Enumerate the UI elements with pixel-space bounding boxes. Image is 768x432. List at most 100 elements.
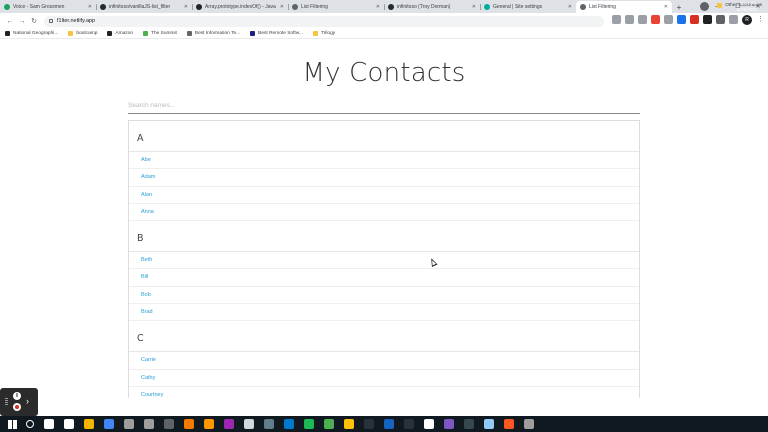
- close-icon[interactable]: ✕: [472, 4, 476, 10]
- bookmark-item[interactable]: bootcamp: [68, 31, 97, 36]
- taskbar-app-icon[interactable]: [124, 419, 134, 429]
- extension-icon[interactable]: [664, 15, 673, 24]
- bookmark-icon: [143, 31, 149, 36]
- stop-record-button[interactable]: [13, 403, 21, 411]
- url-text[interactable]: f1lter.netlify.app: [57, 18, 95, 24]
- menu-icon[interactable]: ⋮: [756, 15, 765, 24]
- contact-link[interactable]: Alan: [129, 187, 639, 204]
- extension-icon[interactable]: [651, 15, 660, 24]
- lock-icon[interactable]: [49, 19, 53, 23]
- taskbar-app-icon[interactable]: [84, 419, 94, 429]
- puzzle-icon[interactable]: [716, 15, 725, 24]
- taskbar-app-icon[interactable]: [204, 419, 214, 429]
- taskbar-app-icon[interactable]: [184, 419, 194, 429]
- taskbar-app-icon[interactable]: [404, 419, 414, 429]
- contact-link[interactable]: Carrie: [129, 352, 639, 370]
- extension-icon[interactable]: [690, 15, 699, 24]
- tab-title[interactable]: General | Site settings: [493, 4, 566, 10]
- bookmark-item[interactable]: Trilogy: [312, 31, 335, 36]
- browser-tab[interactable]: infinitoso/vanillaJS-list_filter ✕: [96, 1, 192, 13]
- contact-link[interactable]: Beth: [129, 252, 639, 270]
- taskbar-app-icon[interactable]: [524, 419, 534, 429]
- bookmark-item[interactable]: Best Remote Softw...: [250, 31, 303, 36]
- bookmark-item[interactable]: The Summit: [143, 31, 177, 36]
- bookmark-label[interactable]: bootcamp: [76, 31, 97, 36]
- taskbar-app-icon[interactable]: [364, 419, 374, 429]
- taskbar-app-icon[interactable]: [104, 419, 114, 429]
- bookmark-item[interactable]: Amazon: [107, 31, 133, 36]
- drag-handle[interactable]: [5, 398, 8, 406]
- contact-link[interactable]: Cathy: [129, 370, 639, 387]
- tab-title[interactable]: infinitoso (Troy Dorman): [397, 4, 470, 10]
- taskbar-app-icon[interactable]: [344, 419, 354, 429]
- browser-tab[interactable]: Voice - Sam Grossmen ✕: [0, 1, 96, 13]
- taskbar-app-icon[interactable]: [484, 419, 494, 429]
- bookmark-label[interactable]: National Geographi...: [13, 31, 58, 36]
- browser-tab[interactable]: infinitoso (Troy Dorman) ✕: [384, 1, 480, 13]
- contact-link[interactable]: Courtney: [129, 387, 639, 398]
- bookmark-label[interactable]: Trilogy: [321, 31, 335, 36]
- taskbar-app-icon[interactable]: [244, 419, 254, 429]
- taskbar-app-icon[interactable]: [504, 419, 514, 429]
- system-clock[interactable]: 9:04 PM 5/15/2021: [737, 2, 758, 14]
- tab-title[interactable]: Array.prototype.indexOf() - Java: [205, 4, 278, 10]
- taskbar-app-icon[interactable]: [44, 419, 54, 429]
- close-icon[interactable]: ✕: [88, 4, 92, 10]
- close-icon[interactable]: ✕: [664, 4, 668, 10]
- tab-title[interactable]: List Filtering: [589, 4, 662, 10]
- taskbar-app-icon[interactable]: [64, 419, 74, 429]
- pause-button[interactable]: II: [13, 392, 21, 400]
- bookmark-label[interactable]: Best Remote Softw...: [258, 31, 303, 36]
- extension-icon[interactable]: [677, 15, 686, 24]
- taskbar-app-icon[interactable]: [304, 419, 314, 429]
- search-input[interactable]: [128, 98, 640, 114]
- new-tab-button[interactable]: +: [672, 1, 686, 13]
- search-icon[interactable]: [26, 420, 34, 428]
- taskbar-app-icon[interactable]: [264, 419, 274, 429]
- forward-icon[interactable]: →: [16, 15, 28, 27]
- close-icon[interactable]: ✕: [184, 4, 188, 10]
- close-icon[interactable]: ✕: [376, 4, 380, 10]
- cast-icon[interactable]: [612, 15, 621, 24]
- windows-start-icon[interactable]: [8, 419, 17, 429]
- tab-title[interactable]: infinitoso/vanillaJS-list_filter: [109, 4, 182, 10]
- avatar[interactable]: R: [742, 15, 752, 25]
- chevron-right-icon[interactable]: ›: [26, 396, 29, 406]
- screenshot-icon[interactable]: [625, 15, 634, 24]
- bookmark-item[interactable]: Best Information Te...: [186, 31, 240, 36]
- taskbar-app-icon[interactable]: [384, 419, 394, 429]
- taskbar-app-icon[interactable]: [224, 419, 234, 429]
- bookmark-label[interactable]: Amazon: [115, 31, 133, 36]
- taskbar-app-icon[interactable]: [444, 419, 454, 429]
- close-icon[interactable]: ✕: [280, 4, 284, 10]
- contact-link[interactable]: Adam: [129, 169, 639, 187]
- bookmark-label[interactable]: Best Information Te...: [195, 31, 240, 36]
- back-icon[interactable]: ←: [4, 15, 16, 27]
- star-icon[interactable]: [638, 15, 647, 24]
- browser-tab[interactable]: General | Site settings ✕: [480, 1, 576, 13]
- extension-icon[interactable]: [703, 15, 712, 24]
- taskbar-app-icon[interactable]: [284, 419, 294, 429]
- address-bar[interactable]: f1lter.netlify.app: [44, 15, 604, 27]
- taskbar-app-icon[interactable]: [424, 419, 434, 429]
- bookmark-label[interactable]: The Summit: [151, 31, 177, 36]
- browser-tab[interactable]: Array.prototype.indexOf() - Java ✕: [192, 1, 288, 13]
- contact-link[interactable]: Bob: [129, 287, 639, 305]
- contact-link[interactable]: Brad: [129, 304, 639, 322]
- reading-list-icon[interactable]: [729, 15, 738, 24]
- taskbar-app-icon[interactable]: [144, 419, 154, 429]
- contact-link[interactable]: Bill: [129, 269, 639, 287]
- tab-title[interactable]: List Filtering: [301, 4, 374, 10]
- bookmark-item[interactable]: National Geographi...: [5, 31, 58, 36]
- reload-icon[interactable]: ↻: [28, 15, 40, 27]
- contact-link[interactable]: Abe: [129, 152, 639, 170]
- taskbar-app-icon[interactable]: [164, 419, 174, 429]
- taskbar-app-icon[interactable]: [324, 419, 334, 429]
- browser-tab[interactable]: List Filtering ✕: [288, 1, 384, 13]
- browser-tab[interactable]: List Filtering ✕: [576, 1, 672, 13]
- close-icon[interactable]: ✕: [568, 4, 572, 10]
- tab-title[interactable]: Voice - Sam Grossmen: [13, 4, 86, 10]
- taskbar-app-icon[interactable]: [464, 419, 474, 429]
- favicon-icon: [388, 4, 394, 10]
- contact-link[interactable]: Anna: [129, 204, 639, 222]
